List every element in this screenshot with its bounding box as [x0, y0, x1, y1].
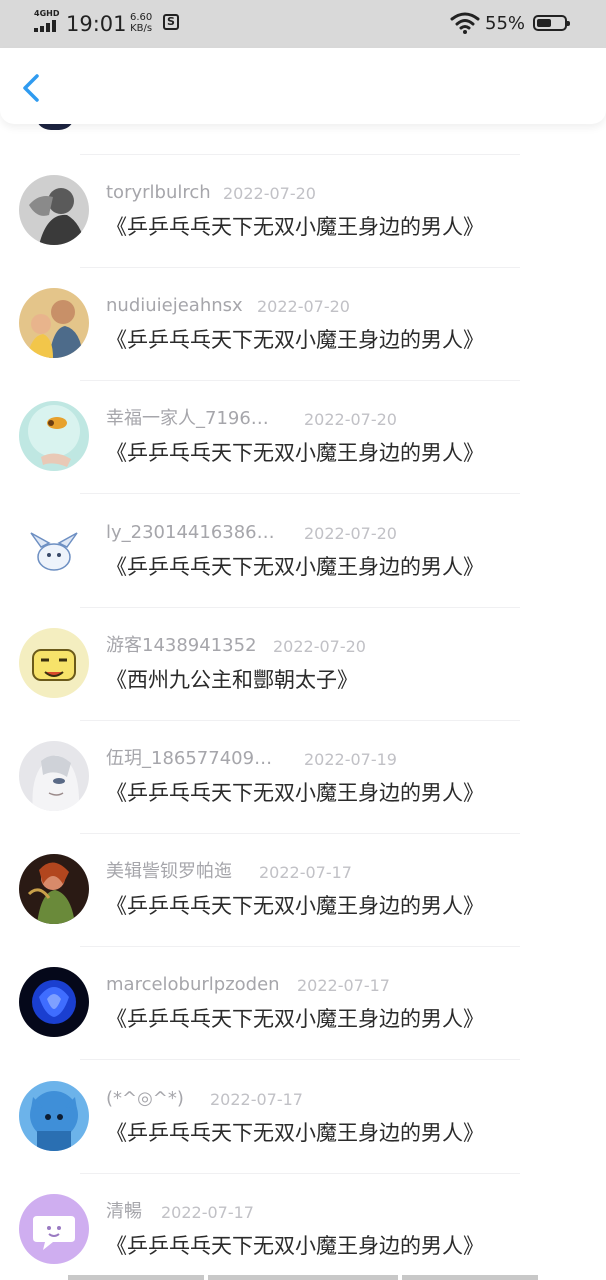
list-item[interactable]: nudiuiejeahnsx 2022-07-20 《乒乒乓乓天下无双小魔王身边的男…	[0, 237, 606, 381]
record-date: 2022-07-17	[259, 863, 352, 882]
network-speed-value: 6.60	[130, 12, 153, 23]
user-name: 清暢	[106, 1201, 142, 1222]
avatar[interactable]	[19, 175, 89, 245]
top-nav-bar	[0, 48, 606, 124]
list-item[interactable]: toryrlbulrch 2022-07-20 《乒乒乓乓天下无双小魔王身边的男人》	[0, 124, 606, 268]
network-speed-unit: KB/s	[130, 23, 153, 34]
list-item[interactable]: ly_23014416386… 2022-07-20 《乒乒乓乓天下无双小魔王身边的…	[0, 464, 606, 608]
avatar[interactable]	[19, 741, 89, 811]
list-item[interactable]: marceloburlpzoden 2022-07-17 《乒乒乓乓天下无双小魔王身…	[0, 916, 606, 1060]
record-date: 2022-07-20	[223, 184, 316, 203]
record-date: 2022-07-20	[304, 410, 397, 429]
record-date: 2022-07-20	[304, 524, 397, 543]
avatar[interactable]	[19, 401, 89, 471]
avatar[interactable]	[19, 967, 89, 1037]
avatar[interactable]	[19, 854, 89, 924]
clock: 19:01	[66, 12, 127, 36]
battery-level	[537, 19, 552, 27]
user-name: marceloburlpzoden	[106, 974, 280, 995]
user-name: 幸福一家人_7196…	[106, 408, 269, 429]
avatar[interactable]	[19, 288, 89, 358]
user-name: ly_23014416386…	[106, 522, 275, 543]
record-date: 2022-07-20	[273, 637, 366, 656]
signal-icon	[34, 20, 60, 32]
user-name: nudiuiejeahnsx	[106, 295, 243, 316]
avatar[interactable]	[19, 1194, 89, 1264]
record-date: 2022-07-17	[161, 1203, 254, 1222]
user-name: (*^◎^*)	[106, 1088, 184, 1109]
bottom-scroll-indicator	[68, 1275, 538, 1280]
chevron-left-icon	[23, 74, 39, 102]
list-item[interactable]: 清暢 2022-07-17 《乒乒乓乓天下无双小魔王身边的男人》	[0, 1143, 606, 1264]
back-button[interactable]	[14, 70, 50, 106]
wifi-icon	[450, 12, 480, 34]
record-list: toryrlbulrch 2022-07-20 《乒乒乓乓天下无双小魔王身边的男人》…	[0, 124, 606, 1280]
list-item[interactable]: 游客1438941352 2022-07-20 《西州九公主和酆朝太子》	[0, 577, 606, 721]
list-item[interactable]: (*^◎^*) 2022-07-17 《乒乒乓乓天下无双小魔王身边的男人》	[0, 1030, 606, 1174]
list-item[interactable]: 美辑訾钡罗帕迤 2022-07-17 《乒乒乓乓天下无双小魔王身边的男人》	[0, 803, 606, 947]
network-type: 4GHD	[34, 9, 60, 18]
list-item[interactable]: 幸福一家人_7196… 2022-07-20 《乒乒乓乓天下无双小魔王身边的男人》	[0, 350, 606, 494]
record-date: 2022-07-19	[304, 750, 397, 769]
book-title: 《乒乒乓乓天下无双小魔王身边的男人》	[106, 1234, 484, 1258]
user-name: 游客1438941352	[106, 635, 257, 656]
user-name: toryrlbulrch	[106, 182, 211, 203]
avatar[interactable]	[19, 515, 89, 585]
record-date: 2022-07-20	[257, 297, 350, 316]
avatar[interactable]	[19, 1081, 89, 1151]
battery-percent: 55%	[485, 13, 526, 34]
notification-icon: S	[163, 14, 179, 30]
record-date: 2022-07-17	[210, 1090, 303, 1109]
status-bar: 4GHD 19:01 6.60 KB/s S 55%	[0, 0, 606, 48]
user-name: 伍玥_186577409…	[106, 748, 273, 769]
battery-icon	[533, 15, 570, 31]
user-name: 美辑訾钡罗帕迤	[106, 861, 232, 882]
network-speed: 6.60 KB/s	[130, 12, 152, 34]
record-date: 2022-07-17	[297, 976, 390, 995]
avatar[interactable]	[19, 628, 89, 698]
list-item[interactable]: 伍玥_186577409… 2022-07-19 《乒乒乓乓天下无双小魔王身边的男人…	[0, 690, 606, 834]
